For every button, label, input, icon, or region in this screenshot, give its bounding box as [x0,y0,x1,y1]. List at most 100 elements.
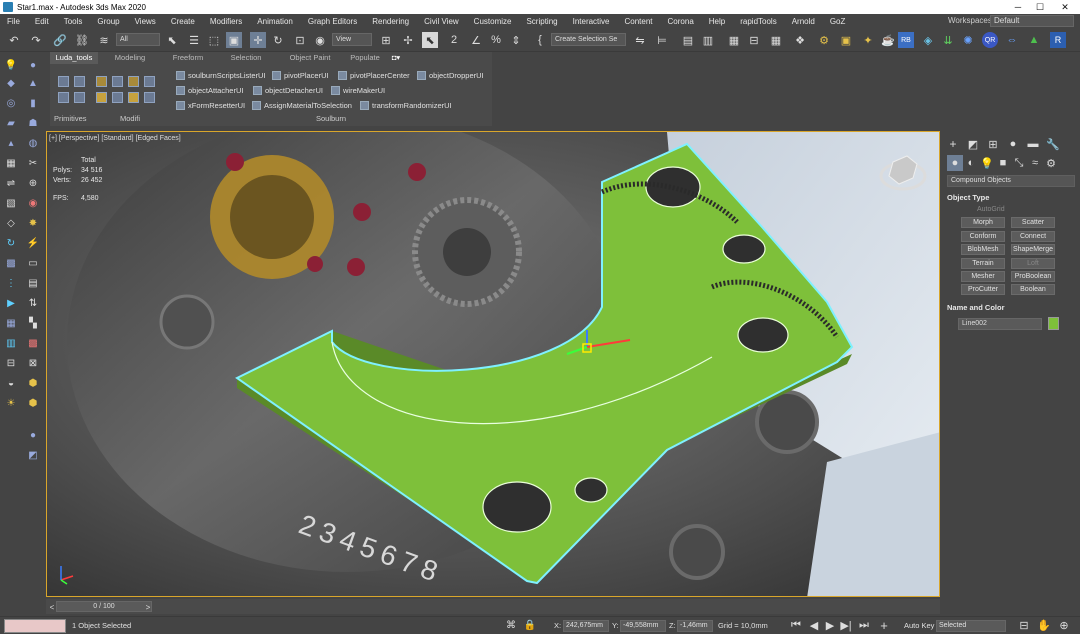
play-animation-icon[interactable]: ▶ [822,617,838,633]
geometry-icon[interactable]: ● [947,155,963,171]
layout-icon[interactable]: ▤ [26,276,40,290]
bridge-icon[interactable]: ⇔ [1004,32,1020,48]
menu-rapidtools[interactable]: rapidTools [733,17,784,26]
morph-button[interactable]: Morph [961,217,1005,228]
frame-icon[interactable]: ▭ [26,256,40,270]
relax-icon[interactable]: ◇ [4,216,18,230]
key-filters-icon[interactable]: ⊟ [1016,617,1032,633]
tool-object-dropper[interactable]: objectDropperUI [417,69,484,81]
prim-box-icon[interactable] [58,76,69,87]
set-key-icon[interactable]: + [876,617,892,633]
rect-selection-icon[interactable]: ⬚ [206,32,222,48]
split-icon[interactable]: ⊟ [4,356,18,370]
cameras-icon[interactable]: ■ [995,155,1011,171]
object-type-rollout[interactable]: Object Type [947,193,1075,202]
workspaces-dropdown[interactable]: Default [990,15,1074,27]
rotate-icon[interactable]: ↻ [270,32,286,48]
tool-soulburn-scripts-lister[interactable]: soulburnScriptsListerUI [176,69,266,81]
tool-pivot-placer-center[interactable]: pivotPlacerCenter [338,69,410,81]
menu-graph-editors[interactable]: Graph Editors [301,17,365,26]
eye-icon[interactable]: ◒ [4,376,18,390]
y-coordinate-field[interactable]: -49,558mm [620,620,666,632]
align-icon[interactable]: ⊨ [654,32,670,48]
lock-icon[interactable]: 🔒 [522,617,538,633]
render-setup-icon[interactable]: ⚙ [816,32,832,48]
tool-assign-material[interactable]: AssignMaterialToSelection [252,99,352,111]
sphere-small-icon[interactable]: ● [26,428,40,442]
blobmesh-button[interactable]: BlobMesh [961,244,1005,255]
menu-civil-view[interactable]: Civil View [417,17,467,26]
box-icon[interactable]: ◆ [4,76,18,90]
viewport-label[interactable]: [+] [Perspective] [Standard] [Edged Face… [49,135,181,142]
menu-modifiers[interactable]: Modifiers [203,17,250,26]
arnold-icon[interactable]: ✺ [960,32,976,48]
cut-icon[interactable]: ✂ [26,156,40,170]
teapot-icon[interactable]: ☗ [26,116,40,130]
edit-poly-icon[interactable]: ▦ [4,156,18,170]
mod-taper-icon[interactable] [112,76,123,87]
ribbon-toggle-icon[interactable]: ▦ [726,32,742,48]
material-editor-icon[interactable]: ❖ [792,32,808,48]
procutter-button[interactable]: ProCutter [961,284,1005,295]
corona-icon[interactable]: ◈ [920,32,936,48]
world-icon[interactable]: ◩ [26,448,40,462]
geosphere-icon[interactable]: ◍ [26,136,40,150]
cone-icon[interactable]: ▲ [26,76,40,90]
shapemerge-button[interactable]: ShapeMerge [1011,244,1055,255]
category-dropdown[interactable]: Compound Objects [947,175,1075,187]
terrain-button[interactable]: Terrain [961,258,1005,269]
render-icon[interactable]: ✦ [860,32,876,48]
qr-plugin-icon[interactable]: QR [982,32,998,48]
percent-snap-icon[interactable]: % [488,32,504,48]
light-icon[interactable]: 💡 [4,58,18,72]
rs-plugin-icon[interactable]: R [1050,32,1066,48]
tab-populate[interactable]: Populate [342,52,388,64]
tool-transform-randomizer[interactable]: transformRandomizerUI [360,99,452,111]
undo-icon[interactable]: ↶ [6,32,22,48]
tool-xform-resetter[interactable]: xFormResetterUI [176,99,245,111]
vertex-icon[interactable]: ⋮ [4,276,18,290]
modify-tab-icon[interactable]: ◩ [965,136,981,152]
lights-icon[interactable]: 💡 [979,155,995,171]
goto-start-icon[interactable]: ⏮ [788,617,804,633]
pivot-center-icon[interactable]: ⊞ [378,32,394,48]
mod-melt-icon[interactable] [144,92,155,103]
menu-goz[interactable]: GoZ [823,17,854,26]
bulb-icon[interactable]: ☀ [4,396,18,410]
rendered-frame-icon[interactable]: ▣ [838,32,854,48]
menu-customize[interactable]: Customize [467,17,520,26]
move-icon[interactable]: ✛ [250,32,266,48]
reference-coord-dropdown[interactable]: View [332,33,372,46]
tool-wire-maker[interactable]: wireMakerUI [331,84,385,96]
select-object-icon[interactable]: ⬉ [164,32,180,48]
mesh-icon[interactable]: ⊠ [26,356,40,370]
hex-icon[interactable]: ⬢ [26,376,40,390]
shell-icon[interactable]: ▧ [4,196,18,210]
pan-icon[interactable]: ✋ [1036,617,1052,633]
unlink-icon[interactable]: ⛓ [74,32,90,48]
schematic-view-icon[interactable]: ▦ [768,32,784,48]
tool-object-attacher[interactable]: objectAttacherUI [176,84,243,96]
sphere-icon[interactable]: ● [26,58,40,72]
redo-icon[interactable]: ↷ [28,32,44,48]
swap-icon[interactable]: ⇅ [26,296,40,310]
spacewarps-icon[interactable]: ≈ [1027,155,1043,171]
menu-file[interactable]: File [0,17,28,26]
create-tab-icon[interactable]: + [945,136,961,152]
menu-content[interactable]: Content [618,17,661,26]
torus-icon[interactable]: ◎ [4,96,18,110]
selection-filter-dropdown[interactable]: All [116,33,160,46]
select-by-name-icon[interactable]: ☰ [186,32,202,48]
mod-shell-icon[interactable] [96,92,107,103]
play-icon[interactable]: ▶ [4,296,18,310]
curve-editor-icon[interactable]: ⊟ [746,32,762,48]
menu-help[interactable]: Help [702,17,733,26]
object-name-field[interactable]: Line002 [958,318,1042,330]
pyramid-icon[interactable]: ▴ [4,136,18,150]
angle-snap-icon[interactable]: ∠ [468,32,484,48]
autogrid-checkbox[interactable]: AutoGrid [977,206,1005,213]
isolate-icon[interactable]: ⌘ [503,617,519,633]
loft-button[interactable]: Loft [1011,258,1055,269]
mesher-button[interactable]: Mesher [961,271,1005,282]
window-crossing-icon[interactable]: ▣ [226,32,242,48]
